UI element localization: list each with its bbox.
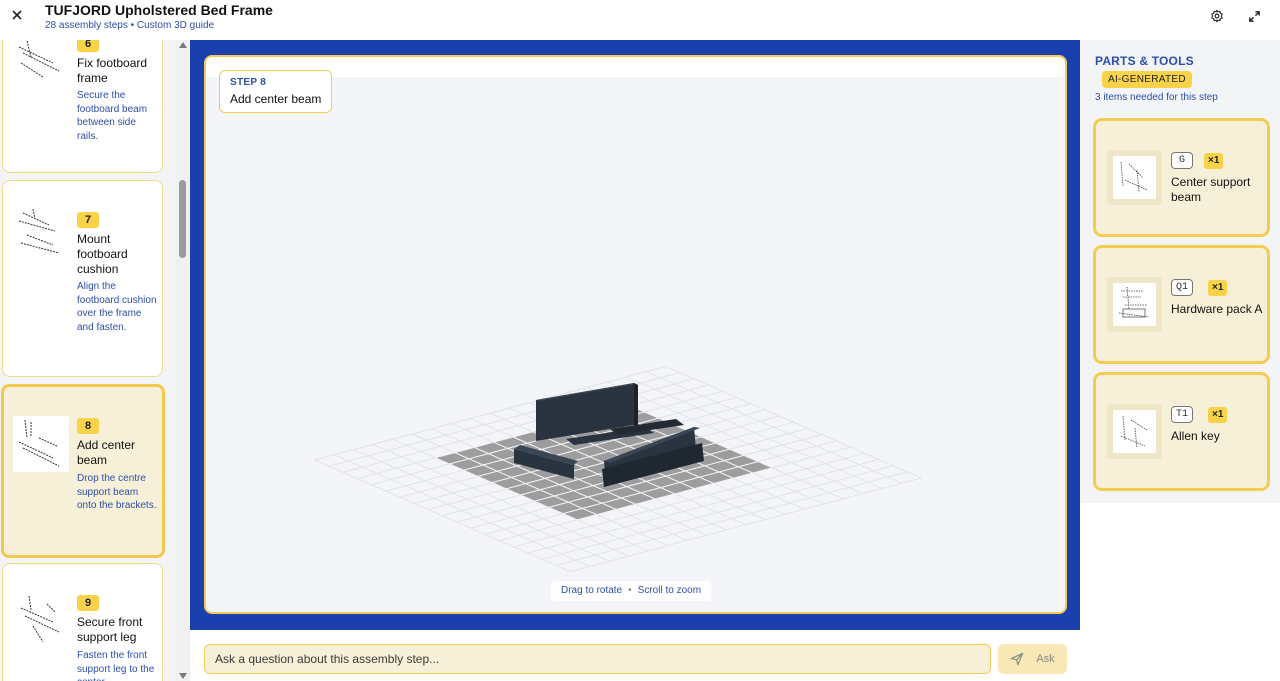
part-code: G xyxy=(1171,152,1193,169)
sidebar-scrollbar[interactable] xyxy=(176,40,190,681)
app-header: TUFJORD Upholstered Bed Frame 28 assembl… xyxy=(0,0,1280,40)
part-quantity: ×1 xyxy=(1208,280,1228,296)
part-card-Q1[interactable]: Q1 ×1 Hardware pack A xyxy=(1093,245,1270,364)
send-icon xyxy=(1011,652,1024,666)
step-title: Secure front support leg xyxy=(77,615,143,644)
step-card-6[interactable]: 6 Fix footboard frame Secure the footboa… xyxy=(2,40,163,173)
part-quantity: ×1 xyxy=(1204,153,1224,169)
step-9-thumbnail xyxy=(20,595,60,643)
step-number: 8 xyxy=(77,418,99,434)
parts-panel: PARTS & TOOLS AI-GENERATED 3 items neede… xyxy=(1080,40,1280,503)
scroll-up-arrow-icon[interactable] xyxy=(179,42,187,48)
step-title: Mount footboard cushion xyxy=(77,232,128,276)
step-description: Drop the centre support beam onto the br… xyxy=(77,473,157,511)
part-thumbnail xyxy=(1107,150,1162,205)
step-title: Add center beam xyxy=(77,438,136,467)
expand-icon xyxy=(1248,10,1260,22)
step-description: Fasten the front support leg to the cent… xyxy=(77,650,155,681)
parts-title: PARTS & TOOLS xyxy=(1095,54,1194,68)
part-code: T1 xyxy=(1171,406,1194,423)
step-number: 6 xyxy=(77,40,99,52)
step-card-7[interactable]: 7 Mount footboard cushion Align the foot… xyxy=(2,180,163,377)
part-code: Q1 xyxy=(1171,279,1194,296)
step-7-thumbnail xyxy=(18,208,60,254)
part-thumbnail xyxy=(1107,277,1162,332)
step-card-8[interactable]: 8 Add center beam Drop the centre suppor… xyxy=(1,384,165,558)
ask-bar: Ask xyxy=(190,630,1080,681)
page-title: TUFJORD Upholstered Bed Frame xyxy=(45,2,273,18)
part-thumbnail xyxy=(1107,404,1162,459)
ask-button[interactable]: Ask xyxy=(998,644,1067,674)
3d-viewer[interactable]: STEP 8 Add center beam Drag to rotate • Sc… xyxy=(204,55,1067,614)
part-name: Center support beam xyxy=(1171,175,1251,204)
settings-button[interactable] xyxy=(1209,8,1225,24)
part-card-G[interactable]: G ×1 Center support beam xyxy=(1093,118,1270,237)
gear-icon xyxy=(1211,9,1223,23)
fullscreen-button[interactable] xyxy=(1246,8,1262,24)
ai-generated-badge: AI-GENERATED xyxy=(1102,71,1192,88)
part-name: Allen key xyxy=(1171,429,1220,443)
parts-count: 3 items needed for this step xyxy=(1095,92,1218,103)
close-icon xyxy=(12,10,22,20)
step-description: Align the footboard cushion over the fra… xyxy=(77,281,157,333)
step-6-thumbnail xyxy=(18,40,60,78)
part-name: Hardware pack A xyxy=(1171,302,1263,316)
step-description: Secure the footboard beam between side r… xyxy=(77,90,148,142)
step-title: Fix footboard frame xyxy=(77,56,148,85)
scroll-down-arrow-icon[interactable] xyxy=(179,673,187,679)
step-card-9[interactable]: 9 Secure front support leg Fasten the fr… xyxy=(2,563,163,681)
viewer-frame: STEP 8 Add center beam Drag to rotate • Sc… xyxy=(190,40,1080,630)
viewer-hint: Drag to rotate • Scroll to zoom xyxy=(551,581,712,601)
scrollbar-thumb[interactable] xyxy=(179,180,186,258)
ask-input[interactable] xyxy=(204,644,991,674)
current-step-label: STEP 8 Add center beam xyxy=(219,70,333,113)
step-number: 7 xyxy=(77,212,99,228)
step-number: 9 xyxy=(77,595,99,611)
steps-sidebar[interactable]: 6 Fix footboard frame Secure the footboa… xyxy=(0,40,176,681)
close-button[interactable] xyxy=(8,6,26,24)
part-quantity: ×1 xyxy=(1208,407,1228,423)
part-card-T1[interactable]: T1 ×1 Allen key xyxy=(1093,372,1270,491)
step-8-thumbnail xyxy=(13,416,69,472)
3d-scene[interactable] xyxy=(206,57,1067,614)
page-subtitle: 28 assembly steps • Custom 3D guide xyxy=(45,20,215,31)
